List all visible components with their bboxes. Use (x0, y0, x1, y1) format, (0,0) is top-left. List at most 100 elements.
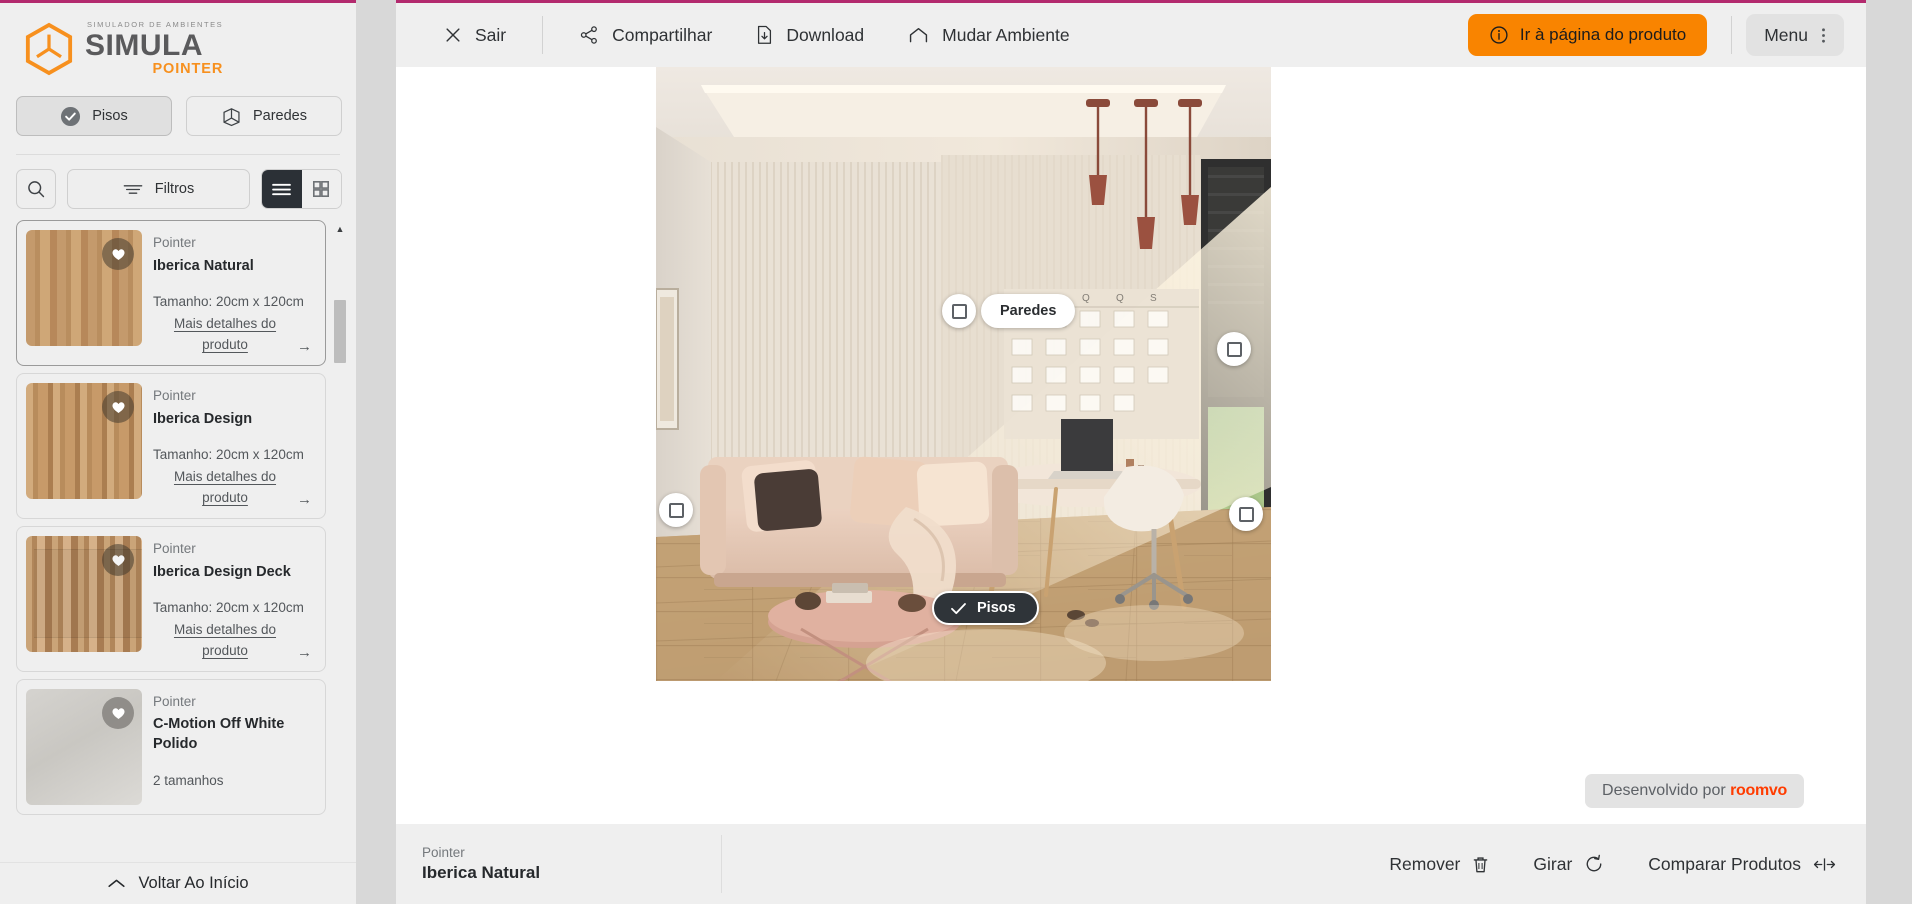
powered-by-badge[interactable]: Desenvolvido por roomvo (1585, 774, 1804, 808)
brand-name: SIMULA (85, 28, 203, 62)
product-card[interactable]: Pointer Iberica Natural Tamanho: 20cm x … (16, 220, 326, 366)
remove-button[interactable]: Remover (1367, 854, 1511, 875)
walls-pill-label: Paredes (1000, 303, 1057, 319)
trash-icon (1472, 855, 1489, 874)
close-icon (444, 26, 462, 44)
download-file-icon (756, 25, 773, 45)
heart-icon[interactable] (102, 390, 134, 423)
view-list-button[interactable] (262, 170, 302, 208)
grid-view-icon (312, 180, 330, 198)
surface-marker-floor-right[interactable] (1229, 497, 1263, 531)
compare-icon (1813, 857, 1836, 872)
product-name: C-Motion Off White Polido (153, 716, 285, 753)
filters-button[interactable]: Filtros (67, 169, 250, 209)
arrow-right-icon: → (297, 643, 312, 661)
segment-pisos-label: Pisos (92, 108, 128, 124)
selected-product-info: Pointer Iberica Natural (396, 845, 721, 883)
search-icon (26, 179, 46, 199)
change-room-label: Mudar Ambiente (942, 24, 1070, 45)
sidebar-toolbar: Filtros (0, 155, 356, 209)
kebab-menu-icon (1821, 26, 1826, 45)
go-to-product-page-label: Ir à página do produto (1519, 25, 1687, 44)
menu-label: Menu (1764, 24, 1808, 45)
product-swatch (26, 230, 142, 346)
sidebar: SIMULADOR DE AMBIENTES SIMULA POINTER Pi… (0, 0, 356, 904)
change-room-button[interactable]: Mudar Ambiente (886, 3, 1091, 67)
search-button[interactable] (16, 169, 56, 209)
chevron-up-icon (107, 878, 126, 889)
view-grid-button[interactable] (301, 170, 341, 208)
product-list-scroller[interactable]: Pointer Iberica Natural Tamanho: 20cm x … (0, 220, 332, 904)
back-to-top-label: Voltar Ao Início (138, 874, 249, 892)
heart-icon[interactable] (102, 696, 134, 729)
home-icon (908, 27, 929, 44)
bottom-bar-separator (721, 835, 722, 893)
right-rail (1866, 0, 1912, 904)
brand-logo[interactable]: SIMULADOR DE AMBIENTES SIMULA POINTER (0, 3, 356, 86)
square-icon (1226, 341, 1242, 357)
sidebar-scrollbar[interactable]: ▲ ▼ (334, 220, 346, 904)
exit-button[interactable]: Sair (422, 3, 528, 67)
menu-button[interactable]: Menu (1746, 14, 1844, 56)
product-size: Tamanho: 20cm x 120cm (153, 447, 304, 463)
filters-label: Filtros (154, 181, 195, 197)
rotate-button[interactable]: Girar (1511, 854, 1626, 875)
product-swatch (26, 688, 142, 805)
share-button[interactable]: Compartilhar (557, 3, 734, 67)
check-icon (950, 602, 967, 615)
heart-icon[interactable] (102, 238, 134, 270)
arrow-right-icon: → (297, 490, 312, 508)
room-render: ST QQS (656, 67, 1271, 681)
product-swatch (26, 535, 142, 652)
product-card[interactable]: Pointer Iberica Design Deck Tamanho: 20c… (16, 525, 326, 672)
surface-marker-walls-right[interactable] (1217, 332, 1251, 366)
exit-label: Sair (475, 24, 507, 45)
wall-corner-icon (221, 106, 242, 127)
floors-pill[interactable]: Pisos (932, 591, 1039, 625)
product-card[interactable]: Pointer Iberica Design Tamanho: 20cm x 1… (16, 372, 326, 519)
share-label: Compartilhar (612, 24, 713, 45)
segment-pisos[interactable]: Pisos (16, 96, 172, 136)
segment-paredes-label: Paredes (252, 108, 307, 124)
back-to-top-button[interactable]: Voltar Ao Início (0, 862, 356, 904)
product-details-link[interactable]: Mais detalhes do produto (153, 620, 297, 662)
go-to-product-page-button[interactable]: Ir à página do produto (1467, 14, 1708, 56)
remove-label: Remover (1389, 853, 1461, 874)
square-icon (668, 502, 684, 518)
compare-label: Comparar Produtos (1648, 853, 1801, 874)
product-details-link[interactable]: Mais detalhes do produto (153, 314, 297, 356)
filter-icon (123, 183, 143, 196)
stage: Sair Compartilhar Download Mudar Ambient… (396, 0, 1866, 904)
selected-product-brand: Pointer (422, 845, 465, 860)
product-details-link[interactable]: Mais detalhes do produto (153, 467, 297, 509)
surface-marker-floor-left[interactable] (659, 493, 693, 527)
product-name: Iberica Natural (153, 257, 254, 274)
compare-products-button[interactable]: Comparar Produtos (1626, 854, 1866, 875)
svg-text:Q: Q (1082, 293, 1090, 304)
square-icon (951, 303, 967, 319)
bottom-bar: Pointer Iberica Natural Remover Girar Co… (396, 824, 1866, 904)
product-name: Iberica Design Deck (153, 563, 291, 580)
product-brand: Pointer (153, 540, 196, 556)
room-viewport[interactable]: ST QQS (656, 67, 1271, 681)
walls-pill[interactable]: Paredes (981, 294, 1076, 328)
svg-text:S: S (1150, 293, 1157, 304)
product-card[interactable]: Pointer C-Motion Off White Polido 2 tama… (16, 678, 326, 815)
download-button[interactable]: Download (734, 3, 886, 67)
segment-paredes[interactable]: Paredes (186, 96, 342, 136)
floors-pill-label: Pisos (977, 600, 1016, 616)
scrollbar-thumb[interactable] (334, 300, 346, 363)
toolbar-separator (1731, 16, 1733, 54)
top-toolbar: Sair Compartilhar Download Mudar Ambient… (396, 0, 1866, 67)
simula-hexagon-icon (24, 22, 74, 76)
surface-marker-walls-left[interactable] (942, 294, 976, 328)
rotate-icon (1584, 854, 1604, 874)
product-name: Iberica Design (153, 410, 253, 427)
left-rail (356, 0, 396, 904)
list-view-icon (271, 182, 292, 197)
scroll-up-icon[interactable]: ▲ (335, 224, 345, 234)
view-mode-toggle (261, 169, 342, 209)
brand-tagline: SIMULADOR DE AMBIENTES (87, 20, 224, 29)
heart-icon[interactable] (102, 543, 134, 576)
square-icon (1238, 506, 1254, 522)
